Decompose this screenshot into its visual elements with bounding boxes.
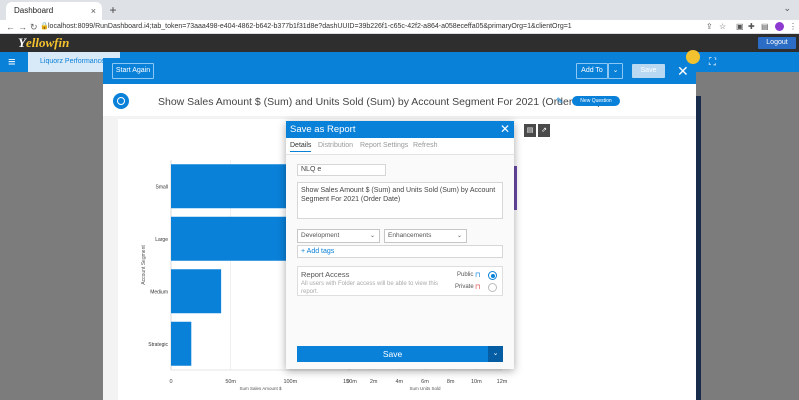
chevron-down-icon: ⌄: [456, 233, 462, 239]
open-external-icon[interactable]: ⇗: [538, 124, 550, 137]
logo-y: Y: [18, 35, 26, 50]
logo-suffix: fin: [54, 35, 70, 50]
right-dark-strip: [696, 96, 701, 400]
tab-title: Dashboard: [14, 6, 54, 15]
logo-prefix: ellow: [25, 35, 55, 50]
add-tags-input[interactable]: + Add tags: [297, 245, 503, 258]
new-question-button[interactable]: New Question: [572, 96, 620, 106]
kebab-menu-icon[interactable]: ⋮: [789, 21, 797, 33]
address-bar: ← → ↻ 🔒 localhost:8099/RunDashboard.i4;t…: [0, 20, 799, 34]
url-input[interactable]: localhost:8099/RunDashboard.i4;tab_token…: [48, 21, 703, 33]
public-radio[interactable]: [488, 271, 497, 280]
save-options-dropdown-icon[interactable]: ⌄: [488, 346, 503, 362]
tab-distribution[interactable]: Distribution: [318, 142, 353, 149]
yellowfin-logo: Yellowfin: [18, 35, 69, 51]
add-to-button[interactable]: Add To: [576, 63, 608, 79]
hamburger-menu-icon[interactable]: ≡: [8, 55, 22, 69]
view-toggle-group: ▤ ⇗: [524, 124, 550, 137]
tab-refresh[interactable]: Refresh: [413, 142, 438, 149]
report-question-title: Show Sales Amount $ (Sum) and Units Sold…: [158, 96, 601, 108]
tab-menu-icon[interactable]: ⌄: [783, 3, 791, 14]
dialog-close-icon[interactable]: ✕: [500, 122, 510, 136]
start-again-button[interactable]: Start Again: [112, 63, 154, 79]
chevron-down-icon: ⌄: [369, 233, 375, 239]
profile-avatar[interactable]: [775, 22, 784, 31]
edit-pencil-icon[interactable]: ✎: [556, 96, 564, 107]
question-icon: [113, 93, 129, 109]
access-description: All users with Folder access will be abl…: [301, 281, 439, 295]
subfolder-select-value: Enhancements: [388, 232, 432, 239]
add-to-dropdown-icon[interactable]: ⌄: [608, 63, 623, 79]
subfolder-select[interactable]: Enhancements ⌄: [384, 229, 467, 243]
report-name-input[interactable]: NLQ e: [297, 164, 386, 176]
forward-icon[interactable]: →: [18, 20, 27, 34]
report-save-button[interactable]: Save: [632, 64, 665, 78]
share-icon[interactable]: ⇪: [706, 21, 713, 33]
access-title: Report Access: [301, 270, 350, 279]
tab-report-settings[interactable]: Report Settings: [360, 142, 408, 149]
browser-tab[interactable]: Dashboard ×: [6, 2, 102, 20]
sidebar-icon[interactable]: ▤: [761, 21, 769, 33]
reload-icon[interactable]: ↻: [30, 20, 38, 34]
bookmark-star-icon[interactable]: ☆: [719, 21, 726, 33]
report-description-textarea[interactable]: Show Sales Amount $ (Sum) and Units Sold…: [297, 182, 503, 219]
public-label: Public: [457, 272, 474, 278]
folder-select[interactable]: Development ⌄: [297, 229, 380, 243]
unlock-icon: ⊓: [475, 272, 481, 279]
lock-icon: ⊓: [475, 284, 481, 291]
tab-details[interactable]: Details: [290, 142, 312, 152]
private-label: Private: [455, 284, 474, 290]
pin-badge: [686, 50, 700, 64]
tab-close-icon[interactable]: ×: [91, 2, 96, 20]
dialog-body: NLQ e Show Sales Amount $ (Sum) and Unit…: [286, 155, 514, 369]
dialog-tabs: Details Distribution Report Settings Ref…: [286, 138, 514, 155]
dialog-header: Save as Report ✕: [286, 121, 514, 138]
folder-select-value: Development: [301, 232, 340, 239]
fullscreen-icon[interactable]: ⛶: [709, 57, 716, 68]
back-icon[interactable]: ←: [6, 20, 15, 34]
report-close-icon[interactable]: ✕: [677, 62, 689, 80]
extension-icon[interactable]: ▣: [736, 21, 744, 33]
app-header: Yellowfin Logout: [0, 34, 799, 52]
logout-button[interactable]: Logout: [758, 37, 796, 49]
save-as-report-dialog: Save as Report ✕ Details Distribution Re…: [286, 121, 514, 369]
table-view-icon[interactable]: ▤: [524, 124, 536, 137]
puzzle-icon[interactable]: ✚: [748, 21, 755, 33]
report-access-panel: Report Access All users with Folder acce…: [297, 266, 503, 296]
new-tab-button[interactable]: +: [106, 2, 120, 18]
private-radio[interactable]: [488, 283, 497, 292]
dialog-title: Save as Report: [290, 124, 356, 135]
browser-tab-bar: Dashboard × + ⌄: [0, 0, 799, 20]
dialog-save-button[interactable]: Save: [297, 346, 488, 362]
dashboard-title[interactable]: Liquorz Performance: [40, 58, 105, 65]
